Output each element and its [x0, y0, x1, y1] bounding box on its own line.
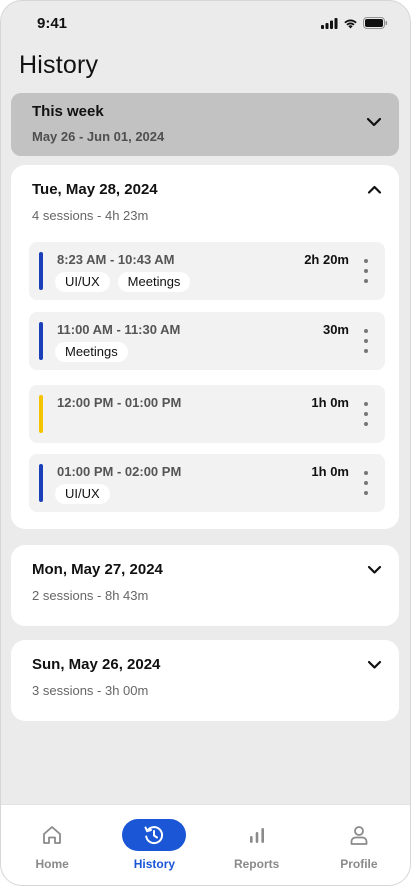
- week-range: May 26 - Jun 01, 2024: [32, 129, 165, 144]
- profile-icon: [350, 826, 368, 845]
- nav-label: History: [133, 857, 176, 871]
- nav-label: Home: [35, 857, 69, 871]
- nav-label: Profile: [340, 857, 378, 871]
- nav-item-home[interactable]: Home: [1, 805, 103, 885]
- status-time: 9:41: [37, 14, 68, 32]
- session-duration: 2h 20m: [304, 252, 349, 267]
- session-duration: 1h 0m: [311, 464, 349, 479]
- week-title: This week: [32, 103, 104, 120]
- chevron-down-icon[interactable]: [366, 564, 383, 575]
- more-options-icon[interactable]: [363, 329, 369, 353]
- session-time: 11:00 AM - 11:30 AM: [57, 322, 181, 337]
- status-icons: [321, 17, 388, 29]
- wifi-icon: [344, 19, 357, 28]
- chevron-down-icon[interactable]: [366, 659, 383, 670]
- session-tag: UI/UX: [55, 272, 110, 292]
- nav-item-profile[interactable]: Profile: [308, 805, 410, 885]
- day-card-tue: Tue, May 28, 2024 4 sessions - 4h 23m 8:…: [11, 165, 399, 529]
- session-color-bar: [39, 252, 43, 290]
- session-time: 8:23 AM - 10:43 AM: [57, 252, 175, 267]
- chevron-up-icon[interactable]: [366, 184, 383, 195]
- day-summary: 4 sessions - 4h 23m: [32, 208, 149, 223]
- day-card-mon[interactable]: Mon, May 27, 2024 2 sessions - 8h 43m: [11, 545, 399, 626]
- session-tag: Meetings: [55, 342, 128, 362]
- day-card-sun[interactable]: Sun, May 26, 2024 3 sessions - 3h 00m: [11, 640, 399, 721]
- session-time: 12:00 PM - 01:00 PM: [57, 395, 182, 410]
- nav-item-reports[interactable]: Reports: [206, 805, 308, 885]
- session-color-bar: [39, 464, 43, 502]
- more-options-icon[interactable]: [363, 402, 369, 426]
- battery-icon: [363, 17, 388, 29]
- session-item[interactable]: 11:00 AM - 11:30 AM 30m Meetings: [29, 312, 385, 370]
- status-bar: 9:41: [1, 1, 410, 45]
- day-title: Mon, May 27, 2024: [32, 561, 163, 578]
- session-tags: Meetings: [55, 342, 128, 362]
- session-item[interactable]: 01:00 PM - 02:00 PM 1h 0m UI/UX: [29, 454, 385, 512]
- session-tags: UI/UX Meetings: [55, 272, 191, 292]
- session-duration: 30m: [322, 322, 349, 337]
- nav-item-history[interactable]: History: [103, 805, 205, 885]
- session-duration: 1h 0m: [311, 395, 349, 410]
- session-color-bar: [39, 395, 43, 433]
- session-tag: Meetings: [117, 272, 191, 292]
- day-title: Sun, May 26, 2024: [32, 656, 161, 673]
- bar-chart-icon: [249, 828, 264, 843]
- session-time: 01:00 PM - 02:00 PM: [57, 464, 182, 479]
- session-color-bar: [39, 322, 43, 360]
- home-icon: [43, 826, 62, 844]
- history-icon: [144, 826, 164, 845]
- chevron-down-icon[interactable]: [365, 116, 383, 128]
- session-item[interactable]: 12:00 PM - 01:00 PM 1h 0m: [29, 385, 385, 443]
- week-selector[interactable]: This week May 26 - Jun 01, 2024: [11, 93, 399, 156]
- session-tags: UI/UX: [55, 484, 110, 504]
- more-options-icon[interactable]: [363, 259, 369, 283]
- day-summary: 3 sessions - 3h 00m: [32, 683, 149, 698]
- phone-screen: 9:41 History This week May 26 - Jun 01,: [0, 0, 411, 886]
- bottom-navigation: Home History Reports Profile: [1, 804, 410, 885]
- page-title: History: [19, 51, 99, 79]
- cellular-signal-icon: [321, 17, 338, 29]
- session-tag: UI/UX: [55, 484, 110, 504]
- day-summary: 2 sessions - 8h 43m: [32, 588, 149, 603]
- nav-label: Reports: [233, 857, 280, 871]
- more-options-icon[interactable]: [363, 471, 369, 495]
- session-item[interactable]: 8:23 AM - 10:43 AM 2h 20m UI/UX Meetings: [29, 242, 385, 300]
- day-title: Tue, May 28, 2024: [32, 181, 158, 198]
